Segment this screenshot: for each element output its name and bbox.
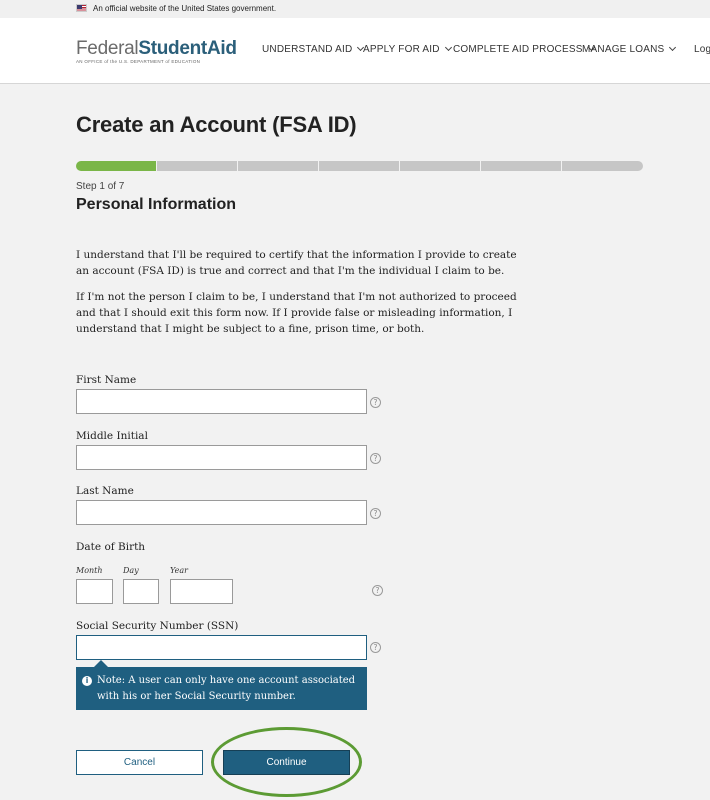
- help-icon[interactable]: ?: [372, 585, 383, 596]
- certify-paragraph: I understand that I'll be required to ce…: [76, 249, 517, 277]
- nav-login[interactable]: Log: [694, 44, 710, 55]
- progress-segment: [481, 161, 561, 171]
- progress-segment: [238, 161, 318, 171]
- dob-month-label: Month: [76, 566, 103, 575]
- section-title: Personal Information: [76, 196, 237, 213]
- nav-understand-aid[interactable]: UNDERSTAND AID: [262, 43, 365, 55]
- fsa-logo[interactable]: FederalStudentAid AN OFFICE of the U.S. …: [76, 38, 237, 64]
- dob-year-input[interactable]: [170, 579, 233, 604]
- nav-apply-for-aid[interactable]: APPLY FOR AID: [363, 43, 452, 55]
- chevron-down-icon: [444, 43, 452, 52]
- nav-complete-aid-process[interactable]: COMPLETE AID PROCESS: [453, 43, 595, 55]
- middle-initial-input[interactable]: [76, 445, 367, 470]
- help-icon[interactable]: ?: [370, 397, 381, 408]
- dob-day-input[interactable]: [123, 579, 159, 604]
- gov-banner-text: An official website of the United States…: [93, 4, 277, 13]
- dob-month-input[interactable]: [76, 579, 113, 604]
- help-icon[interactable]: ?: [370, 508, 381, 519]
- dob-label: Date of Birth: [76, 541, 146, 553]
- ssn-input[interactable]: [76, 635, 367, 660]
- ssn-note: i Note: A user can only have one account…: [76, 660, 367, 710]
- highlight-ring: [211, 727, 362, 797]
- progress-segment: [157, 161, 237, 171]
- logo-wordmark: FederalStudentAid: [76, 38, 237, 59]
- us-flag-icon: [76, 4, 87, 12]
- nav-manage-loans[interactable]: MANAGE LOANS: [582, 43, 677, 55]
- info-icon: i: [82, 676, 92, 686]
- progress-segment: [319, 161, 399, 171]
- last-name-input[interactable]: [76, 500, 367, 525]
- middle-initial-label: Middle Initial: [76, 430, 148, 442]
- progress-segment: [76, 161, 156, 171]
- first-name-label: First Name: [76, 374, 137, 386]
- help-icon[interactable]: ?: [370, 453, 381, 464]
- page-title: Create an Account (FSA ID): [76, 112, 357, 137]
- ssn-note-text: Note: A user can only have one account a…: [97, 675, 356, 702]
- dob-year-label: Year: [170, 566, 188, 575]
- first-name-input[interactable]: [76, 389, 367, 414]
- step-label: Step 1 of 7: [76, 181, 125, 192]
- progress-segment: [400, 161, 480, 171]
- cancel-button[interactable]: Cancel: [76, 750, 203, 775]
- ssn-label: Social Security Number (SSN): [76, 620, 239, 632]
- warning-paragraph: If I'm not the person I claim to be, I u…: [76, 291, 517, 335]
- site-header: FederalStudentAid AN OFFICE of the U.S. …: [0, 18, 710, 84]
- help-icon[interactable]: ?: [370, 642, 381, 653]
- last-name-label: Last Name: [76, 485, 134, 497]
- progress-segment: [562, 161, 643, 171]
- dob-day-label: Day: [123, 566, 139, 575]
- step-progress-bar: [76, 161, 643, 171]
- chevron-down-icon: [669, 43, 677, 52]
- gov-banner: An official website of the United States…: [0, 0, 710, 18]
